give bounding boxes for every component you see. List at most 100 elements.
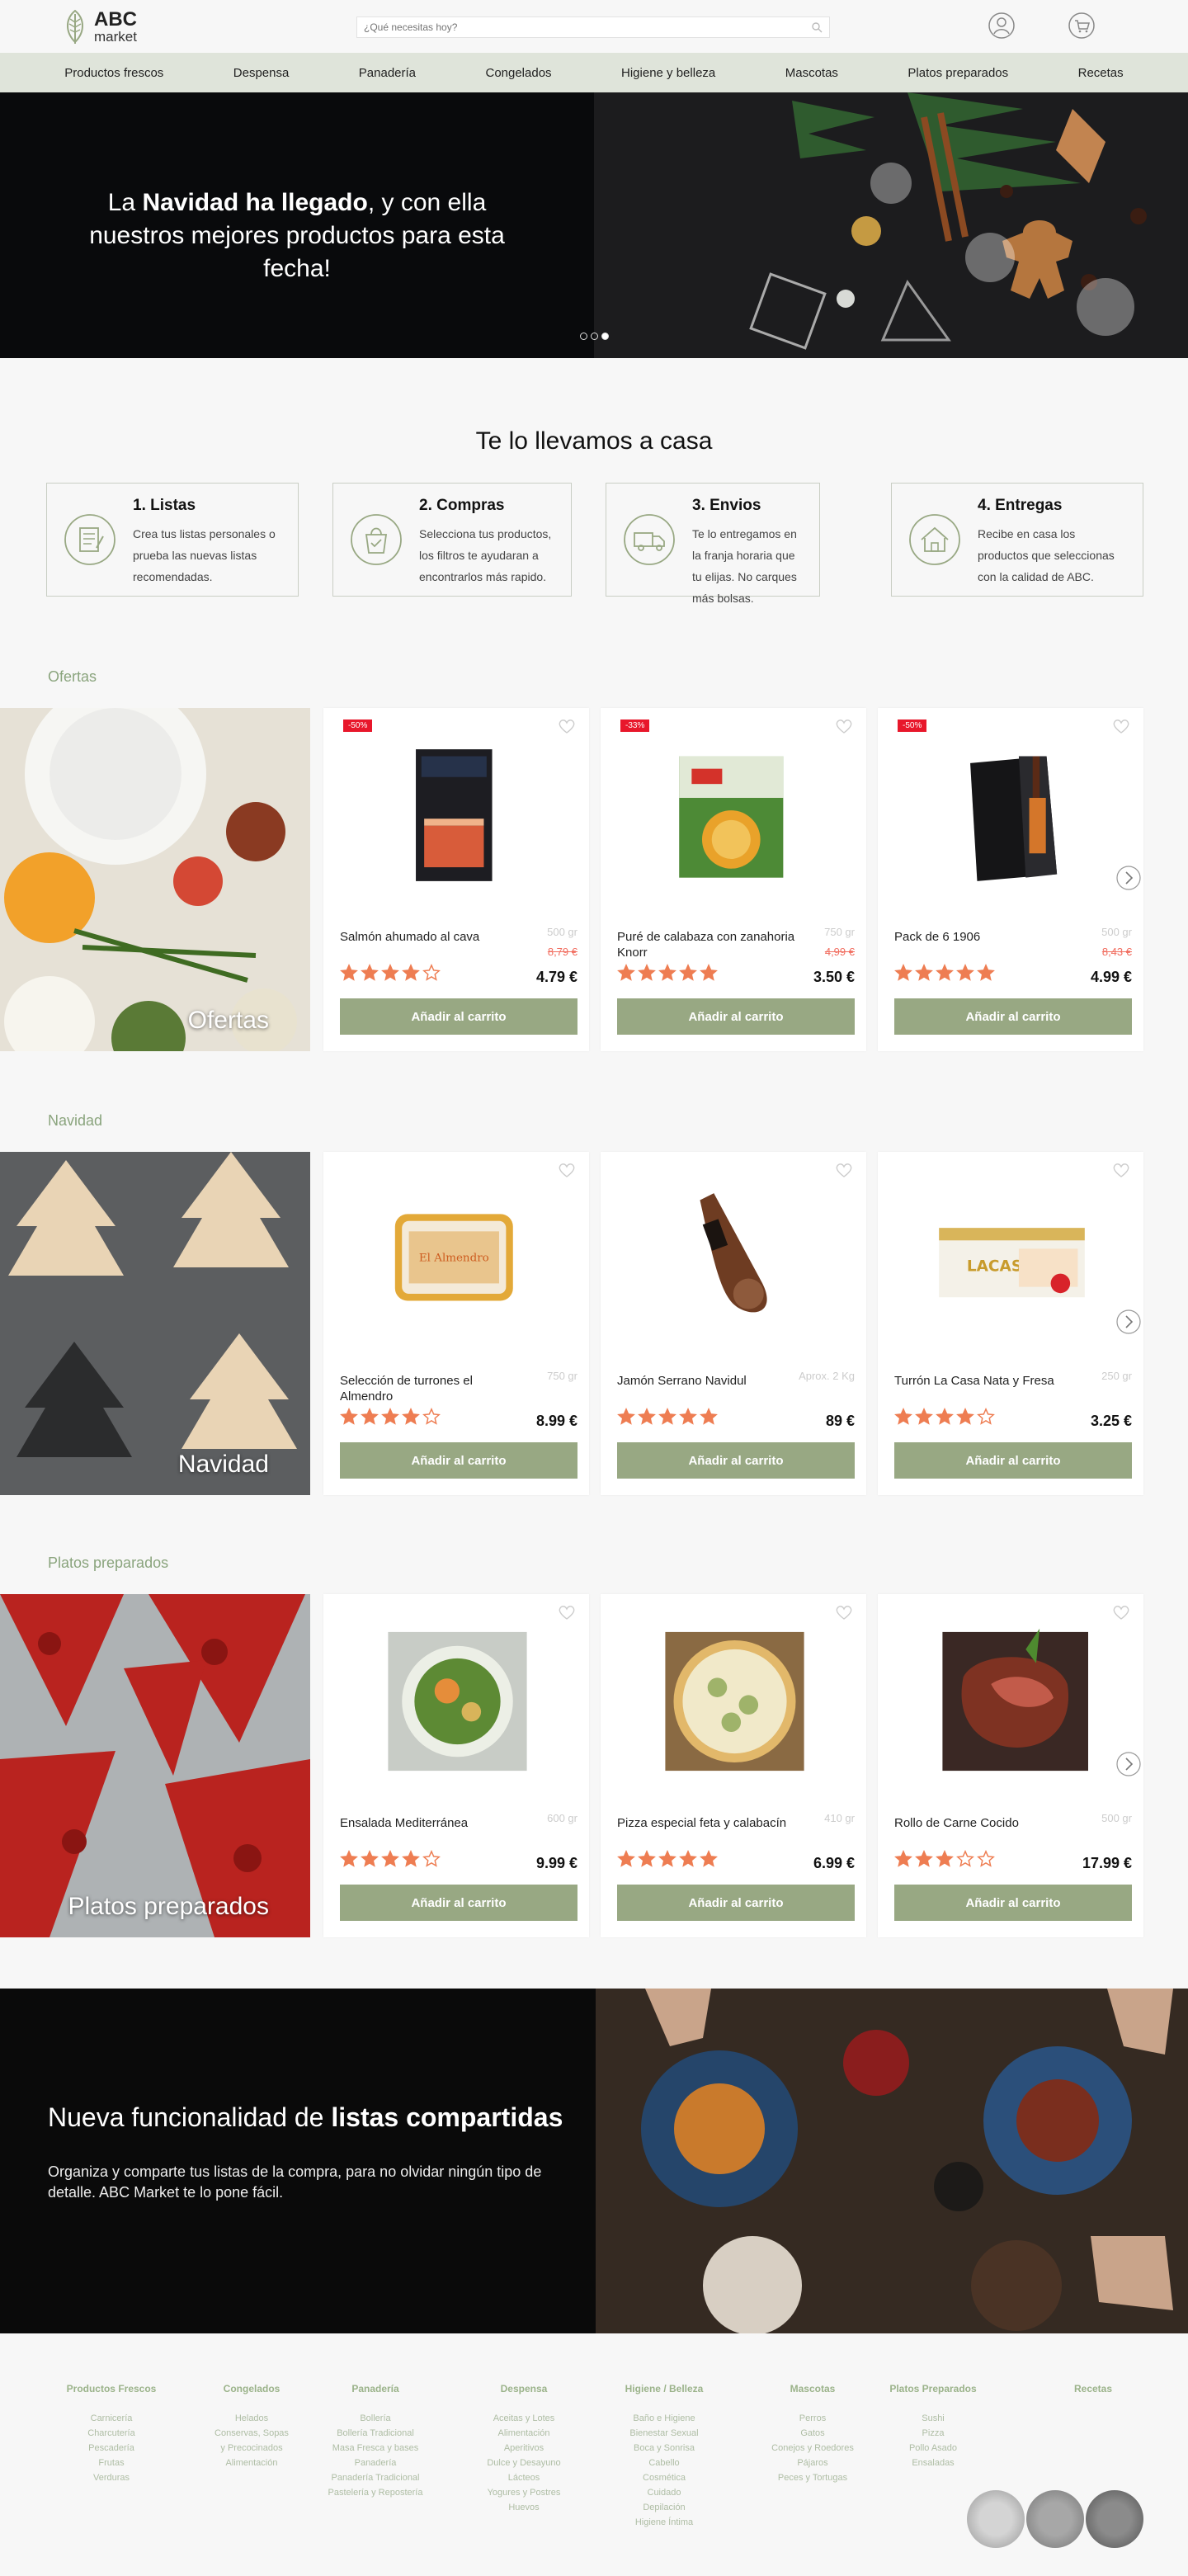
product-image[interactable] — [936, 1619, 1088, 1784]
search-input[interactable] — [364, 21, 811, 33]
heart-icon[interactable] — [558, 718, 576, 734]
add-to-cart-button[interactable]: Añadir al carrito — [617, 1442, 855, 1479]
footer-link[interactable]: Cuidado — [610, 2485, 718, 2500]
nav-item-productos-frescos[interactable]: Productos frescos — [64, 66, 163, 80]
footer-link[interactable]: Baño e Higiene — [610, 2411, 718, 2426]
logo[interactable]: ABC market — [61, 5, 152, 48]
add-to-cart-button[interactable]: Añadir al carrito — [340, 1885, 578, 1921]
product-name[interactable]: Salmón ahumado al cava — [340, 929, 521, 945]
footer-column-title[interactable]: Panadería — [322, 2383, 429, 2394]
footer-link[interactable]: Panadería Tradicional — [322, 2470, 429, 2485]
footer-link[interactable]: Dulce y Desayuno — [470, 2456, 578, 2470]
footer-link[interactable]: Masa Fresca y bases — [322, 2441, 429, 2456]
footer-link[interactable]: Boca y Sonrisa — [610, 2441, 718, 2456]
product-card[interactable]: Ensalada Mediterránea 600 gr 9.99 € Añadir … — [323, 1594, 589, 1937]
product-card[interactable]: LACASA Turrón La Casa Nata y Fresa 250 gr 3… — [878, 1152, 1143, 1495]
product-card[interactable]: -33% Puré de calabaza con zanahoria Knorr… — [601, 708, 866, 1051]
footer-column-title[interactable]: Higiene / Belleza — [610, 2383, 718, 2394]
footer-link[interactable]: Verduras — [58, 2470, 165, 2485]
footer-column-title[interactable]: Congelados — [198, 2383, 305, 2394]
product-image[interactable] — [658, 1619, 811, 1784]
footer-link[interactable]: Yogures y Postres — [470, 2485, 578, 2500]
footer-link[interactable]: Pájaros — [759, 2456, 866, 2470]
section-banner[interactable]: Ofertas — [0, 708, 310, 1051]
carousel-next-icon[interactable] — [1115, 865, 1142, 891]
heart-icon[interactable] — [1112, 718, 1130, 734]
nav-item-mascotas[interactable]: Mascotas — [785, 66, 838, 80]
footer-link[interactable]: Conejos y Roedores — [759, 2441, 866, 2456]
product-name[interactable]: Jamón Serrano Navidul — [617, 1373, 799, 1389]
footer-link[interactable]: y Precocinados — [198, 2441, 305, 2456]
add-to-cart-button[interactable]: Añadir al carrito — [340, 1442, 578, 1479]
add-to-cart-button[interactable]: Añadir al carrito — [894, 998, 1132, 1035]
heart-icon[interactable] — [558, 1604, 576, 1621]
product-name[interactable]: Pack de 6 1906 — [894, 929, 1076, 945]
footer-column-title[interactable]: Mascotas — [759, 2383, 866, 2394]
product-image[interactable]: El Almendro — [381, 1177, 534, 1342]
carousel-dot[interactable] — [591, 333, 598, 340]
product-name[interactable]: Pizza especial feta y calabacín — [617, 1815, 799, 1831]
product-image[interactable] — [658, 1177, 811, 1342]
user-icon[interactable] — [988, 12, 1016, 40]
footer-link[interactable]: Gatos — [759, 2426, 866, 2441]
footer-link[interactable]: Cosmética — [610, 2470, 718, 2485]
product-image[interactable] — [936, 733, 1088, 898]
product-image[interactable] — [381, 1619, 534, 1784]
footer-column-title[interactable]: Recetas — [1040, 2383, 1147, 2394]
product-card[interactable]: Jamón Serrano Navidul Aprox. 2 Kg 89 € Añad… — [601, 1152, 866, 1495]
footer-link[interactable]: Huevos — [470, 2500, 578, 2515]
product-card[interactable]: Pizza especial feta y calabacín 410 gr 6.9… — [601, 1594, 866, 1937]
footer-link[interactable]: Panadería — [322, 2456, 429, 2470]
product-card[interactable]: -50% Salmón ahumado al cava 500 gr 8,79 € 4.… — [323, 708, 589, 1051]
nav-item-despensa[interactable]: Despensa — [233, 66, 290, 80]
product-card[interactable]: El Almendro Selección de turrones el Alme… — [323, 1152, 589, 1495]
nav-item-recetas[interactable]: Recetas — [1078, 66, 1124, 80]
footer-link[interactable]: Alimentación — [198, 2456, 305, 2470]
heart-icon[interactable] — [835, 1162, 853, 1178]
footer-column-title[interactable]: Platos Preparados — [879, 2383, 987, 2394]
footer-link[interactable]: Sushi — [879, 2411, 987, 2426]
product-image[interactable] — [658, 733, 811, 898]
footer-link[interactable]: Alimentación — [470, 2426, 578, 2441]
product-name[interactable]: Selección de turrones el Almendro — [340, 1373, 521, 1404]
add-to-cart-button[interactable]: Añadir al carrito — [894, 1442, 1132, 1479]
footer-link[interactable]: Pizza — [879, 2426, 987, 2441]
footer-link[interactable]: Depilación — [610, 2500, 718, 2515]
footer-link[interactable]: Lácteos — [470, 2470, 578, 2485]
footer-link[interactable]: Pescadería — [58, 2441, 165, 2456]
footer-link[interactable]: Ensaladas — [879, 2456, 987, 2470]
nav-item-higiene[interactable]: Higiene y belleza — [621, 66, 715, 80]
heart-icon[interactable] — [1112, 1604, 1130, 1621]
product-card[interactable]: Rollo de Carne Cocido 500 gr 17.99 € Añadir… — [878, 1594, 1143, 1937]
nav-item-congelados[interactable]: Congelados — [485, 66, 551, 80]
product-name[interactable]: Turrón La Casa Nata y Fresa — [894, 1373, 1076, 1389]
footer-link[interactable]: Charcutería — [58, 2426, 165, 2441]
footer-link[interactable]: Conservas, Sopas — [198, 2426, 305, 2441]
product-image[interactable] — [381, 733, 534, 898]
section-banner[interactable]: Platos preparados — [0, 1594, 310, 1937]
add-to-cart-button[interactable]: Añadir al carrito — [340, 998, 578, 1035]
footer-link[interactable]: Carnicería — [58, 2411, 165, 2426]
product-image[interactable]: LACASA — [936, 1177, 1088, 1342]
product-card[interactable]: -50% Pack de 6 1906 500 gr 8,43 € 4.99 € Añad… — [878, 708, 1143, 1051]
carousel-dot[interactable] — [580, 333, 587, 340]
heart-icon[interactable] — [835, 718, 853, 734]
footer-link[interactable]: Aperitivos — [470, 2441, 578, 2456]
footer-link[interactable]: Higiene Íntima — [610, 2515, 718, 2530]
heart-icon[interactable] — [835, 1604, 853, 1621]
product-name[interactable]: Ensalada Mediterránea — [340, 1815, 521, 1831]
carousel-next-icon[interactable] — [1115, 1751, 1142, 1777]
footer-link[interactable]: Bollería Tradicional — [322, 2426, 429, 2441]
footer-column-title[interactable]: Despensa — [470, 2383, 578, 2394]
footer-link[interactable]: Bollería — [322, 2411, 429, 2426]
footer-link[interactable]: Peces y Tortugas — [759, 2470, 866, 2485]
heart-icon[interactable] — [1112, 1162, 1130, 1178]
add-to-cart-button[interactable]: Añadir al carrito — [617, 998, 855, 1035]
footer-link[interactable]: Frutas — [58, 2456, 165, 2470]
add-to-cart-button[interactable]: Añadir al carrito — [894, 1885, 1132, 1921]
cart-icon[interactable] — [1068, 12, 1096, 40]
footer-link[interactable]: Aceitas y Lotes — [470, 2411, 578, 2426]
footer-link[interactable]: Bienestar Sexual — [610, 2426, 718, 2441]
search-icon[interactable] — [811, 21, 823, 33]
nav-item-panaderia[interactable]: Panadería — [359, 66, 416, 80]
